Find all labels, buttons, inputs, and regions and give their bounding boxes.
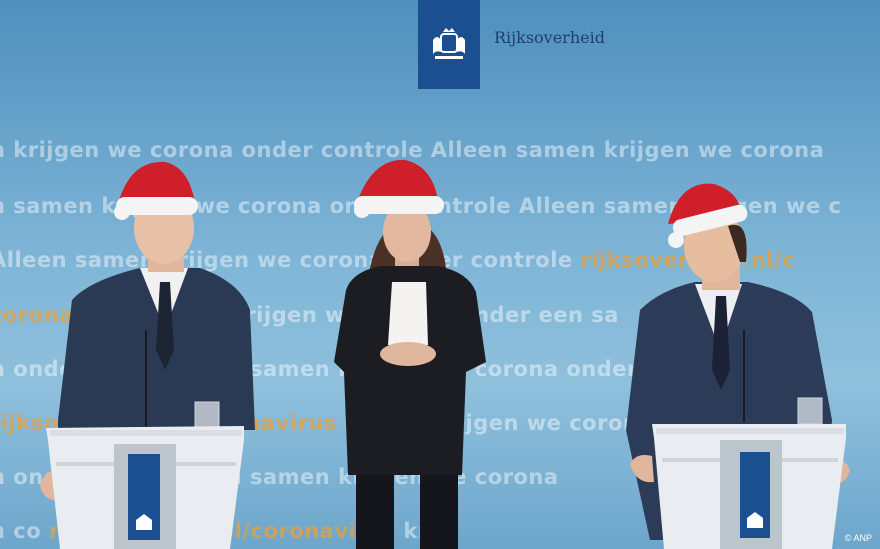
copyright-watermark: © ANP [844, 533, 872, 543]
middle-interpreter [334, 159, 486, 549]
press-conference-photo: n krijgen we corona onder controle Allee… [0, 0, 880, 549]
speakers-illustration [40, 159, 850, 549]
